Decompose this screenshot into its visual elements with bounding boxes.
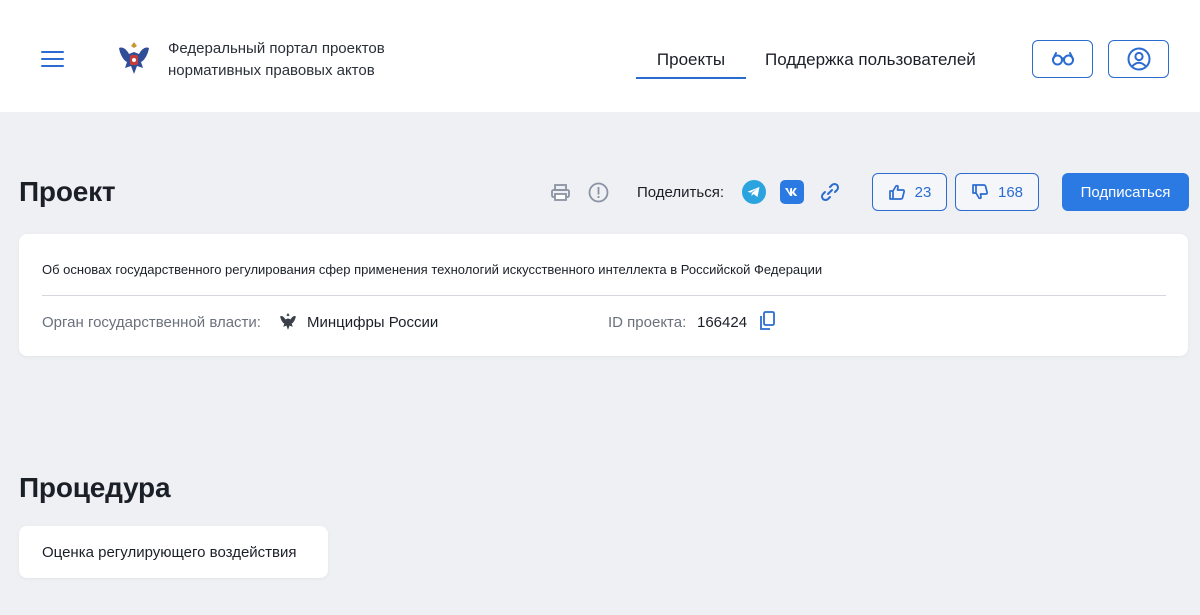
copy-icon[interactable] [759, 311, 775, 331]
nav-tab-support[interactable]: Поддержка пользователей [765, 50, 976, 70]
copy-link-icon[interactable] [819, 181, 841, 203]
share-label: Поделиться: [637, 184, 724, 201]
accessibility-button[interactable] [1032, 40, 1093, 78]
project-id-value: 166424 [697, 314, 748, 331]
portal-title-line1: Федеральный портал проектов [168, 40, 385, 57]
print-icon[interactable] [550, 183, 571, 203]
site-header: Федеральный портал проектов нормативных … [0, 0, 1200, 112]
like-button[interactable]: 23 [872, 173, 947, 211]
project-id-label: ID проекта: [608, 314, 687, 331]
user-icon [1127, 47, 1150, 71]
vk-icon[interactable] [780, 180, 804, 204]
coat-of-arms-emblem[interactable] [113, 38, 155, 80]
thumbs-down-icon [972, 184, 988, 200]
procedure-stage-label: Оценка регулирующего воздействия [42, 544, 297, 561]
nav-tab-projects[interactable]: Проекты [636, 44, 746, 79]
profile-button[interactable] [1108, 40, 1169, 78]
project-title: Об основах государственного регулировани… [42, 262, 823, 277]
like-count: 23 [914, 183, 932, 201]
project-heading: Проект [19, 176, 116, 207]
portal-title-line2: нормативных правовых актов [168, 62, 375, 79]
authority-label: Орган государственной власти: [42, 314, 261, 331]
authority-value[interactable]: Минцифры России [307, 314, 438, 331]
procedure-heading: Процедура [19, 472, 171, 503]
procedure-stage-card[interactable]: Оценка регулирующего воздействия [19, 526, 328, 578]
report-icon[interactable] [588, 182, 609, 203]
menu-hamburger-icon[interactable] [41, 50, 65, 68]
dislike-button[interactable]: 168 [955, 173, 1039, 211]
thumbs-up-icon [888, 184, 905, 200]
telegram-icon[interactable] [742, 180, 766, 204]
card-divider [42, 295, 1166, 296]
portal-title[interactable]: Федеральный портал проектов нормативных … [168, 38, 428, 82]
glasses-icon [1051, 52, 1074, 66]
ministry-emblem-icon [280, 313, 296, 330]
dislike-count: 168 [997, 183, 1024, 201]
project-card: Об основах государственного регулировани… [19, 234, 1188, 356]
subscribe-button[interactable]: Подписаться [1062, 173, 1189, 211]
